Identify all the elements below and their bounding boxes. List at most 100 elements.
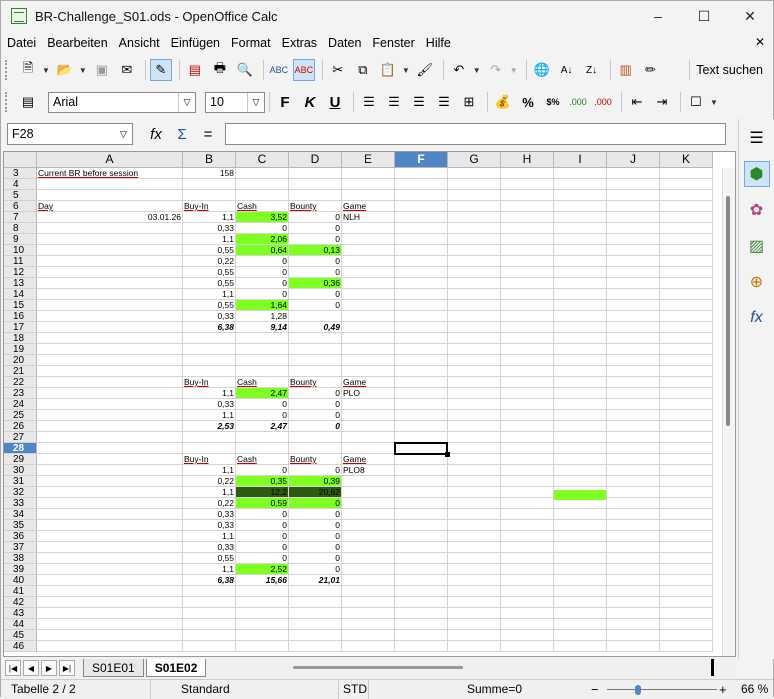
column-header-g[interactable]: G	[448, 152, 501, 168]
vertical-scrollbar[interactable]	[722, 168, 735, 656]
chart-icon[interactable]: ▥	[615, 59, 637, 81]
standard-number-format-icon[interactable]: $%	[542, 91, 564, 113]
currency-format-icon[interactable]: 💰	[492, 91, 514, 113]
cell-e22[interactable]: Game	[342, 377, 394, 387]
cell-d14[interactable]: 0	[289, 289, 341, 299]
prev-sheet-icon[interactable]: ◀	[23, 660, 39, 676]
cell-d23[interactable]: 0	[289, 388, 341, 398]
cell-d24[interactable]: 0	[289, 399, 341, 409]
cell-e6[interactable]: Game	[342, 201, 394, 211]
align-left-icon[interactable]: ☰	[358, 91, 380, 113]
cell-c12[interactable]: 0	[236, 267, 288, 277]
row-header-35[interactable]: 35	[4, 520, 37, 531]
font-name-select[interactable]: Arial ▽	[48, 91, 196, 113]
menu-hilfe[interactable]: Hilfe	[426, 36, 451, 50]
row-header-27[interactable]: 27	[4, 432, 37, 443]
row-header-12[interactable]: 12	[4, 267, 37, 278]
cell-d7[interactable]: 0	[289, 212, 341, 222]
status-page-style[interactable]: Standard	[151, 679, 339, 699]
cell-b26[interactable]: 2,53	[183, 421, 235, 431]
cell-b33[interactable]: 0,22	[183, 498, 235, 508]
draw-functions-icon[interactable]: ✏	[640, 59, 662, 81]
cell-i32[interactable]	[554, 490, 606, 500]
cell-c35[interactable]: 0	[236, 520, 288, 530]
row-header-44[interactable]: 44	[4, 619, 37, 630]
cell-d30[interactable]: 0	[289, 465, 341, 475]
cell-b14[interactable]: 1,1	[183, 289, 235, 299]
cell-b31[interactable]: 0,22	[183, 476, 235, 486]
maximize-button[interactable]: ☐	[681, 1, 727, 31]
cell-c10[interactable]: 0,64	[236, 245, 288, 255]
cell-d34[interactable]: 0	[289, 509, 341, 519]
formula-input[interactable]	[225, 123, 726, 145]
sidebar-menu-icon[interactable]: ☰	[744, 125, 770, 151]
column-header-b[interactable]: B	[183, 152, 236, 168]
cell-b23[interactable]: 1,1	[183, 388, 235, 398]
bold-button[interactable]: F	[274, 91, 296, 113]
cell-d32[interactable]: 20,62	[289, 487, 341, 497]
vertical-scroll-thumb[interactable]	[726, 196, 730, 426]
new-dropdown-icon[interactable]: ▼	[42, 66, 50, 75]
borders-icon[interactable]: ☐	[685, 91, 707, 113]
cell-b35[interactable]: 0,33	[183, 520, 235, 530]
row-header-29[interactable]: 29	[4, 454, 37, 465]
underline-button[interactable]: U	[324, 91, 346, 113]
sort-ascending-icon[interactable]: A↓	[556, 59, 578, 81]
row-header-3[interactable]: 3	[4, 168, 37, 179]
column-header-e[interactable]: E	[342, 152, 395, 168]
cell-b36[interactable]: 1,1	[183, 531, 235, 541]
cell-d40[interactable]: 21,01	[289, 575, 341, 585]
cell-d9[interactable]: 0	[289, 234, 341, 244]
cell-c6[interactable]: Cash	[236, 201, 288, 211]
cell-d33[interactable]: 0	[289, 498, 341, 508]
cell-b38[interactable]: 0,55	[183, 553, 235, 563]
cell-b13[interactable]: 0,55	[183, 278, 235, 288]
cell-d17[interactable]: 0,49	[289, 322, 341, 332]
cell-b3[interactable]: 158	[183, 168, 235, 178]
cell-d26[interactable]: 0	[289, 421, 341, 431]
cell-c8[interactable]: 0	[236, 223, 288, 233]
open-dropdown-icon[interactable]: ▼	[79, 66, 87, 75]
status-selection-mode[interactable]: STD	[339, 679, 369, 699]
cell-c11[interactable]: 0	[236, 256, 288, 266]
row-header-13[interactable]: 13	[4, 278, 37, 289]
cell-b9[interactable]: 1,1	[183, 234, 235, 244]
sheet-tab-s01e01[interactable]: S01E01	[83, 659, 144, 677]
menu-bearbeiten[interactable]: Bearbeiten	[47, 36, 107, 50]
cell-b8[interactable]: 0,33	[183, 223, 235, 233]
cell-c33[interactable]: 0,59	[236, 498, 288, 508]
document-close-icon[interactable]: ✕	[755, 35, 765, 49]
decrease-indent-icon[interactable]: ⇤	[626, 91, 648, 113]
toolbar-grip[interactable]	[5, 92, 11, 112]
cell-c16[interactable]: 1,28	[236, 311, 288, 321]
column-header-d[interactable]: D	[289, 152, 342, 168]
last-sheet-icon[interactable]: ▶|	[59, 660, 75, 676]
zoom-in-icon[interactable]: +	[719, 683, 727, 696]
cell-c24[interactable]: 0	[236, 399, 288, 409]
scrollbar-splitter[interactable]	[711, 659, 714, 676]
row-header-10[interactable]: 10	[4, 245, 37, 256]
select-all-corner[interactable]	[4, 152, 37, 168]
cell-d36[interactable]: 0	[289, 531, 341, 541]
print-preview-icon[interactable]: 🔍	[234, 59, 256, 81]
new-document-icon[interactable]: 🗎	[17, 59, 39, 81]
cell-d31[interactable]: 0,39	[289, 476, 341, 486]
cell-d15[interactable]: 0	[289, 300, 341, 310]
row-header-25[interactable]: 25	[4, 410, 37, 421]
zoom-slider[interactable]: − +	[591, 683, 733, 697]
cell-c40[interactable]: 15,66	[236, 575, 288, 585]
cell-b7[interactable]: 1,1	[183, 212, 235, 222]
row-header-42[interactable]: 42	[4, 597, 37, 608]
cell-e23[interactable]: PLO	[342, 388, 394, 398]
cell-d12[interactable]: 0	[289, 267, 341, 277]
horizontal-scrollbar[interactable]	[293, 662, 463, 672]
sort-descending-icon[interactable]: Z↓	[581, 59, 603, 81]
minimize-button[interactable]: –	[635, 1, 681, 31]
menu-datei[interactable]: Datei	[7, 36, 36, 50]
gallery-icon[interactable]: ▨	[744, 233, 770, 259]
print-icon[interactable]: 🖶	[209, 59, 231, 81]
column-header-i[interactable]: I	[554, 152, 607, 168]
spreadsheet-grid[interactable]: A B C D E F G H I J K 3 Current BR before session 158…	[3, 151, 736, 657]
styles-formatting-icon[interactable]: ✿	[744, 197, 770, 223]
cell-d39[interactable]: 0	[289, 564, 341, 574]
